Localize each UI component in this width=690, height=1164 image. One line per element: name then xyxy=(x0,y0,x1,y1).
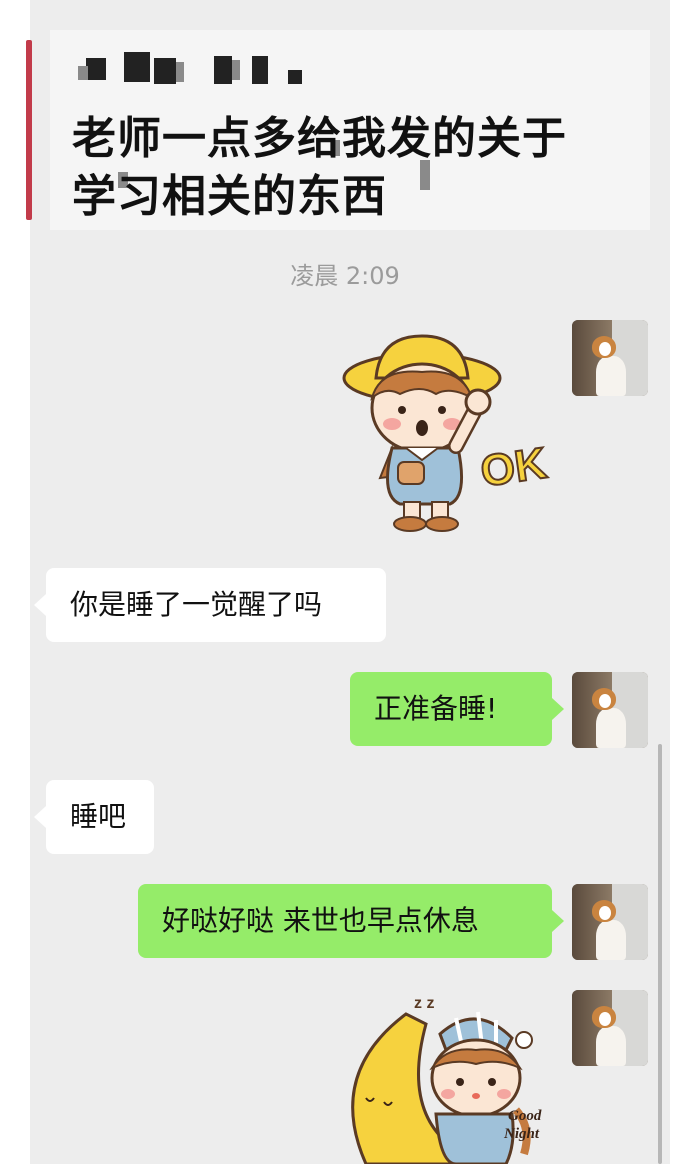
svg-text:z z: z z xyxy=(414,995,434,1012)
my-avatar[interactable] xyxy=(572,672,648,748)
message-timestamp: 凌晨 2:09 xyxy=(290,262,400,290)
caption-title-line2: 学习相关的东西 xyxy=(72,171,387,222)
my-avatar[interactable] xyxy=(572,884,648,960)
received-message[interactable]: 你是睡了一觉醒了吗 xyxy=(34,568,386,642)
scrollbar[interactable] xyxy=(658,744,662,1164)
left-accent-bar xyxy=(26,40,32,220)
my-avatar[interactable] xyxy=(572,990,648,1066)
sent-message[interactable]: 正准备睡! xyxy=(350,672,564,746)
my-avatar[interactable] xyxy=(572,320,648,396)
ok-sticker-text: OK xyxy=(478,439,550,497)
good-night-text-good: Good xyxy=(508,1108,542,1124)
sent-message[interactable]: 好哒好哒 来世也早点休息 xyxy=(138,884,564,958)
caption-title: 老师一点多给我发的关于 学习相关的东西 xyxy=(72,110,632,226)
good-night-moon-sticker[interactable]: z z Good Night xyxy=(336,994,556,1164)
good-night-text-night: Night xyxy=(503,1126,540,1142)
received-message[interactable]: 睡吧 xyxy=(34,780,154,854)
caption-title-line1: 老师一点多给我发的关于 xyxy=(72,113,567,164)
ok-girl-sticker[interactable]: OK xyxy=(340,328,556,536)
